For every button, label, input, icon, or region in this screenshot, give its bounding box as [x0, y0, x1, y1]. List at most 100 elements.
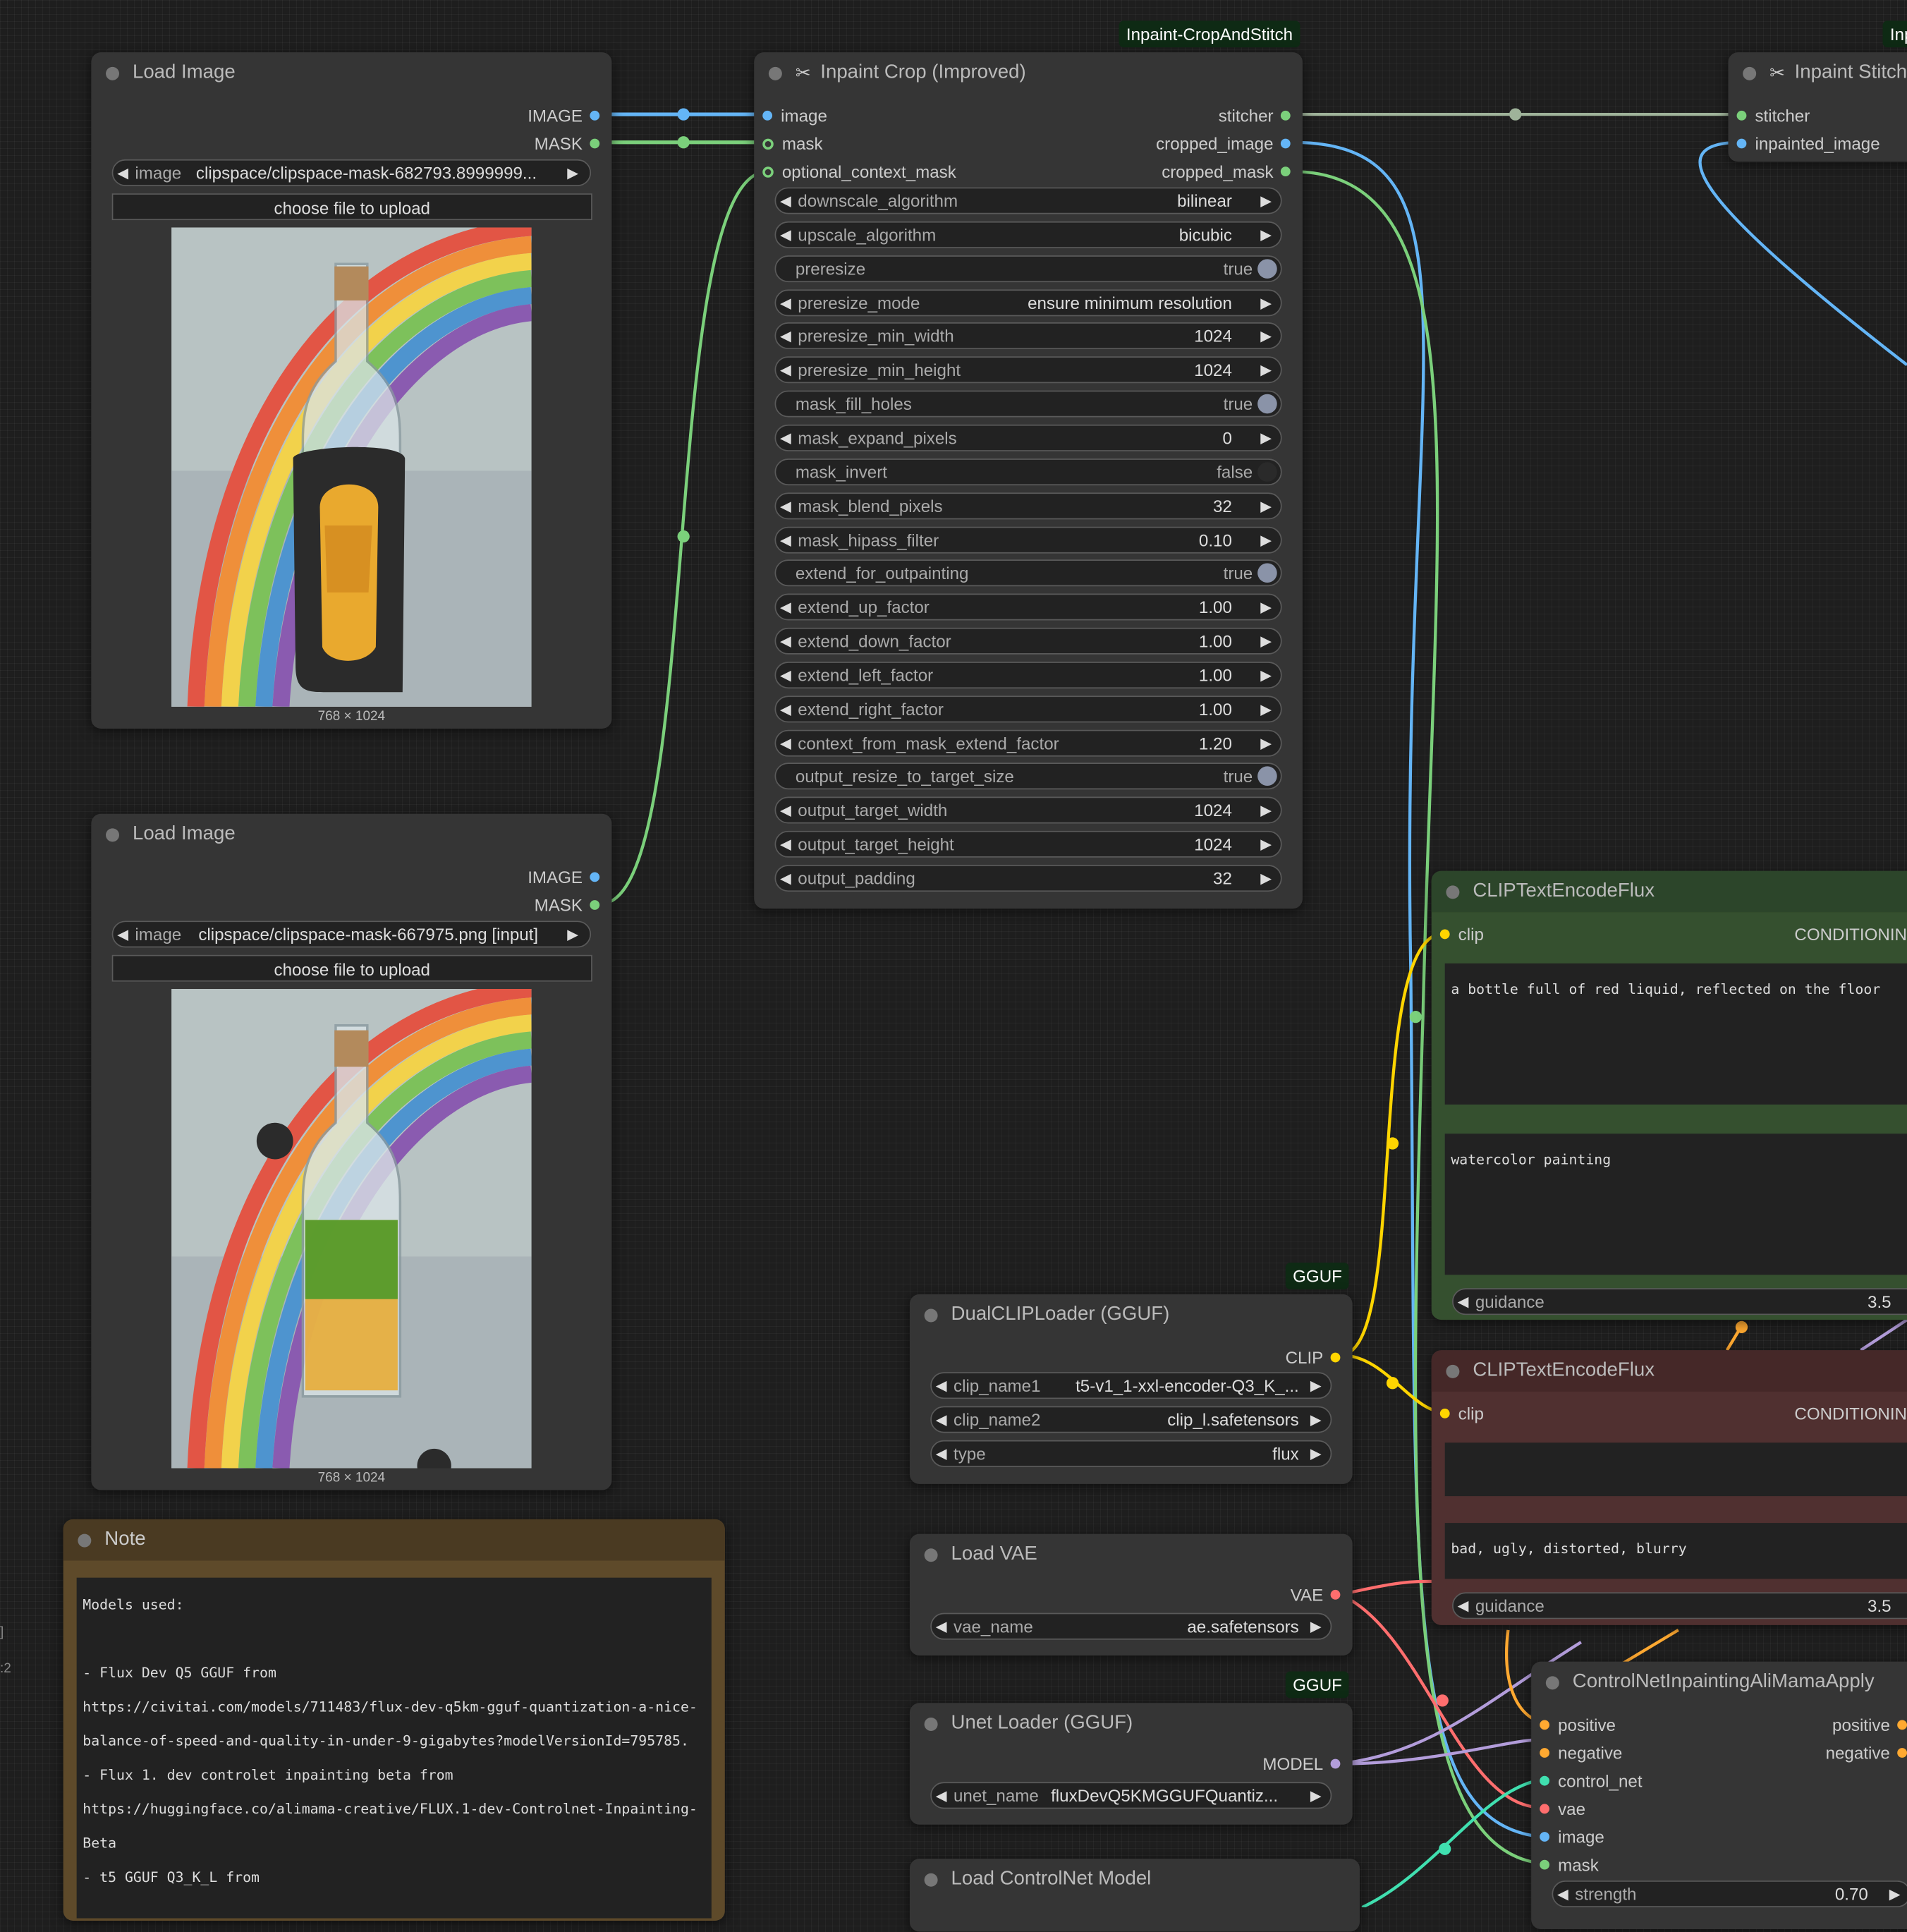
- input-slot-icon[interactable]: [762, 138, 774, 150]
- collapse-dot-icon[interactable]: [924, 1717, 938, 1731]
- arrow-left-icon[interactable]: ◀: [776, 531, 796, 548]
- toggle-knob-icon[interactable]: [1257, 461, 1277, 482]
- output-slot-icon[interactable]: [1330, 1352, 1341, 1363]
- node-title-bar[interactable]: Note: [63, 1519, 725, 1561]
- unet-loader-node[interactable]: Unet Loader (GGUF) MODEL ◀ unet_name fluxD…: [909, 1703, 1353, 1825]
- widget-extend-left-factor[interactable]: ◀ extend_left_factor 1.00 ▶: [774, 661, 1282, 688]
- node-title-bar[interactable]: Load VAE: [910, 1534, 1353, 1576]
- output-conditioning[interactable]: CONDITIONIN: [1794, 925, 1907, 944]
- arrow-right-icon[interactable]: ▶: [1306, 1411, 1326, 1428]
- arrow-right-icon[interactable]: ▶: [1256, 700, 1276, 717]
- collapse-dot-icon[interactable]: [1545, 1675, 1559, 1689]
- input-optional-context-mask[interactable]: optional_context_mask: [762, 162, 956, 181]
- arrow-left-icon[interactable]: ◀: [932, 1618, 951, 1635]
- clip-text-encode-negative-node[interactable]: CLIPTextEncodeFlux clip CONDITIONIN ◀ gu…: [1431, 1350, 1907, 1625]
- output-image[interactable]: IMAGE: [528, 106, 600, 126]
- inpaint-stitch-node[interactable]: ✂ Inpaint Stitch stitcher inpainted_imag…: [1728, 52, 1907, 162]
- guidance-number[interactable]: ◀ guidance 3.5: [1452, 1592, 1907, 1620]
- arrow-left-icon[interactable]: ◀: [776, 836, 796, 853]
- output-slot-icon[interactable]: [1280, 138, 1291, 149]
- input-slot-icon[interactable]: [1540, 1775, 1550, 1786]
- inpaint-crop-node[interactable]: ✂ Inpaint Crop (Improved) image mask opt…: [754, 52, 1303, 909]
- node-title-bar[interactable]: ControlNetInpaintingAliMamaApply: [1531, 1662, 1907, 1703]
- widget-downscale-algorithm[interactable]: ◀ downscale_algorithm bilinear ▶: [774, 187, 1282, 214]
- unet-name-combo[interactable]: ◀ unet_name fluxDevQ5KMGGUFQuantiz... ▶: [930, 1782, 1332, 1809]
- input-slot-icon[interactable]: [1439, 1408, 1450, 1418]
- output-vae[interactable]: VAE: [1291, 1585, 1341, 1605]
- arrow-right-icon[interactable]: ▶: [1885, 1885, 1905, 1902]
- upload-button[interactable]: choose file to upload: [111, 954, 592, 982]
- node-title-bar[interactable]: Unet Loader (GGUF): [910, 1703, 1353, 1744]
- toggle-knob-icon[interactable]: [1257, 258, 1277, 279]
- collapse-dot-icon[interactable]: [1446, 885, 1460, 899]
- input-image[interactable]: image: [762, 106, 827, 126]
- collapse-dot-icon[interactable]: [1743, 66, 1757, 80]
- widget-preresize[interactable]: preresize true: [774, 255, 1282, 282]
- node-title-bar[interactable]: Load Image: [91, 52, 611, 94]
- widget-mask-hipass-filter[interactable]: ◀ mask_hipass_filter 0.10 ▶: [774, 525, 1282, 553]
- output-stitcher[interactable]: stitcher: [1219, 106, 1291, 126]
- arrow-right-icon[interactable]: ▶: [1256, 734, 1276, 751]
- arrow-right-icon[interactable]: ▶: [563, 925, 583, 942]
- clip-text-encode-positive-node[interactable]: CLIPTextEncodeFlux clip CONDITIONIN ◀ gu…: [1431, 870, 1907, 1320]
- vae-name-combo[interactable]: ◀ vae_name ae.safetensors ▶: [930, 1612, 1332, 1640]
- clip-name1-combo[interactable]: ◀ clip_name1 t5-v1_1-xxl-encoder-Q3_K_... ▶: [930, 1372, 1332, 1399]
- clip-l-text[interactable]: [1444, 1442, 1907, 1497]
- arrow-right-icon[interactable]: ▶: [1256, 497, 1276, 514]
- output-slot-icon[interactable]: [1280, 110, 1291, 121]
- t5xxl-text[interactable]: [1444, 1523, 1907, 1579]
- input-slot-icon[interactable]: [1540, 1832, 1550, 1842]
- arrow-left-icon[interactable]: ◀: [1454, 1293, 1473, 1310]
- widget-mask-invert[interactable]: mask_invert false: [774, 458, 1282, 485]
- output-slot-icon[interactable]: [1897, 1748, 1907, 1758]
- input-vae[interactable]: vae: [1540, 1799, 1585, 1818]
- t5xxl-text[interactable]: [1444, 1134, 1907, 1275]
- arrow-left-icon[interactable]: ◀: [932, 1377, 951, 1394]
- node-title-bar[interactable]: CLIPTextEncodeFlux: [1431, 870, 1907, 913]
- widget-context-from-mask-extend-factor[interactable]: ◀ context_from_mask_extend_factor 1.20 ▶: [774, 729, 1282, 756]
- input-slot-icon[interactable]: [1540, 1720, 1550, 1730]
- output-conditioning[interactable]: CONDITIONIN: [1794, 1404, 1907, 1423]
- arrow-right-icon[interactable]: ▶: [1256, 633, 1276, 650]
- input-clip[interactable]: clip: [1439, 1404, 1484, 1423]
- collapse-dot-icon[interactable]: [924, 1308, 938, 1322]
- input-stitcher[interactable]: stitcher: [1736, 106, 1810, 126]
- arrow-right-icon[interactable]: ▶: [1256, 870, 1276, 887]
- arrow-left-icon[interactable]: ◀: [776, 599, 796, 616]
- output-image[interactable]: IMAGE: [528, 868, 600, 887]
- arrow-left-icon[interactable]: ◀: [776, 226, 796, 243]
- widget-preresize-mode[interactable]: ◀ preresize_mode ensure minimum resolution…: [774, 288, 1282, 316]
- clip-l-text[interactable]: [1444, 963, 1907, 1105]
- arrow-right-icon[interactable]: ▶: [1256, 430, 1276, 446]
- load-vae-node[interactable]: Load VAE VAE ◀ vae_name ae.safetensors ▶: [909, 1533, 1353, 1656]
- arrow-right-icon[interactable]: ▶: [1306, 1377, 1326, 1394]
- input-slot-icon[interactable]: [1540, 1748, 1550, 1758]
- input-slot-icon[interactable]: [1540, 1804, 1550, 1814]
- arrow-left-icon[interactable]: ◀: [776, 870, 796, 887]
- input-slot-icon[interactable]: [1736, 138, 1747, 149]
- toggle-knob-icon[interactable]: [1257, 564, 1277, 583]
- input-slot-icon[interactable]: [1736, 110, 1747, 121]
- input-mask[interactable]: mask: [1540, 1855, 1599, 1874]
- arrow-left-icon[interactable]: ◀: [113, 925, 133, 942]
- widget-output-resize-to-target-size[interactable]: output_resize_to_target_size true: [774, 763, 1282, 790]
- dual-clip-loader-node[interactable]: DualCLIPLoader (GGUF) CLIP ◀ clip_name1 t5…: [909, 1294, 1353, 1484]
- output-mask[interactable]: MASK: [535, 134, 600, 153]
- collapse-dot-icon[interactable]: [924, 1548, 938, 1562]
- node-title-bar[interactable]: CLIPTextEncodeFlux: [1431, 1350, 1907, 1392]
- strength-number[interactable]: ◀ strength 0.70 ▶: [1552, 1881, 1907, 1908]
- widget-preresize-min-width[interactable]: ◀ preresize_min_width 1024 ▶: [774, 322, 1282, 350]
- arrow-left-icon[interactable]: ◀: [776, 192, 796, 209]
- arrow-left-icon[interactable]: ◀: [932, 1445, 951, 1462]
- arrow-left-icon[interactable]: ◀: [113, 164, 133, 181]
- output-slot-icon[interactable]: [590, 138, 600, 149]
- arrow-right-icon[interactable]: ▶: [1256, 362, 1276, 379]
- arrow-right-icon[interactable]: ▶: [1256, 836, 1276, 853]
- clip-name2-combo[interactable]: ◀ clip_name2 clip_l.safetensors ▶: [930, 1406, 1332, 1433]
- arrow-left-icon[interactable]: ◀: [776, 294, 796, 311]
- widget-preresize-min-height[interactable]: ◀ preresize_min_height 1024 ▶: [774, 356, 1282, 384]
- widget-extend-right-factor[interactable]: ◀ extend_right_factor 1.00 ▶: [774, 695, 1282, 722]
- node-title-bar[interactable]: DualCLIPLoader (GGUF): [910, 1294, 1353, 1336]
- node-title-bar[interactable]: ✂ Inpaint Crop (Improved): [754, 52, 1303, 94]
- widget-mask-fill-holes[interactable]: mask_fill_holes true: [774, 390, 1282, 418]
